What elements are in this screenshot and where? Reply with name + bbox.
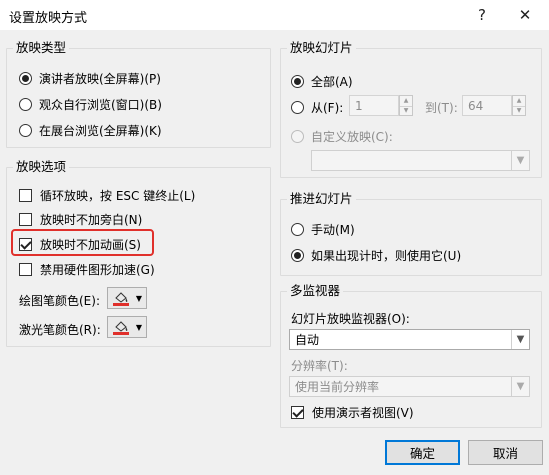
chevron-down-icon[interactable]: ▼ — [511, 330, 529, 349]
radio-icon[interactable] — [19, 124, 32, 137]
show-slides-title: 放映幻灯片 — [287, 40, 356, 56]
checkbox-icon[interactable] — [19, 263, 32, 276]
pen-color-button[interactable]: ▼ — [107, 287, 147, 309]
spin-down-icon[interactable]: ▼ — [400, 105, 412, 116]
spin-up-icon[interactable]: ▲ — [400, 96, 412, 106]
show-type-audience-label: 观众自行浏览(窗口)(B) — [39, 98, 162, 112]
advance-manual-label: 手动(M) — [311, 223, 355, 237]
presenter-view-label: 使用演示者视图(V) — [312, 406, 414, 420]
advance-timings-option[interactable]: 如果出现计时，则使用它(U) — [291, 247, 461, 264]
advance-title: 推进幻灯片 — [287, 191, 356, 207]
radio-icon[interactable] — [291, 101, 304, 114]
slides-from-label: 从(F): — [311, 101, 344, 115]
show-type-title: 放映类型 — [13, 40, 70, 56]
spin-down-icon[interactable]: ▼ — [513, 105, 525, 116]
monitor-value: 自动 — [295, 333, 320, 347]
disable-hw-option[interactable]: 禁用硬件图形加速(G) — [19, 261, 155, 278]
show-type-audience[interactable]: 观众自行浏览(窗口)(B) — [19, 96, 162, 113]
slides-to-label: 到(T): — [425, 101, 458, 115]
no-narration-option[interactable]: 放映时不加旁白(N) — [19, 211, 142, 228]
slides-custom-option[interactable]: 自定义放映(C): — [291, 128, 393, 145]
loop-option[interactable]: 循环放映，按 ESC 键终止(L) — [19, 187, 195, 204]
resolution-value: 使用当前分辨率 — [295, 380, 380, 394]
checkbox-icon[interactable] — [19, 213, 32, 226]
checkbox-checked-icon[interactable] — [291, 406, 304, 419]
radio-icon[interactable] — [291, 130, 304, 143]
slides-from-stepper[interactable]: ▲ ▼ — [399, 95, 413, 116]
radio-icon[interactable] — [291, 223, 304, 236]
chevron-down-icon[interactable]: ▼ — [511, 151, 529, 170]
presenter-view-option[interactable]: 使用演示者视图(V) — [291, 404, 414, 421]
slides-all-option[interactable]: 全部(A) — [291, 73, 353, 90]
radio-icon[interactable] — [19, 98, 32, 111]
show-options-title: 放映选项 — [13, 159, 70, 175]
help-button[interactable]: ? — [462, 2, 502, 28]
annotation-highlight-box — [11, 229, 154, 256]
resolution-select[interactable]: 使用当前分辨率 ▼ — [289, 376, 530, 397]
chevron-down-icon[interactable]: ▼ — [511, 377, 529, 396]
pen-color-label: 绘图笔颜色(E): — [19, 294, 100, 308]
slides-custom-label: 自定义放映(C): — [311, 130, 393, 144]
spin-up-icon[interactable]: ▲ — [513, 96, 525, 106]
advance-manual-option[interactable]: 手动(M) — [291, 221, 355, 238]
paint-bucket-icon — [112, 292, 129, 306]
laser-color-button[interactable]: ▼ — [107, 316, 147, 338]
slides-all-label: 全部(A) — [311, 75, 353, 89]
radio-icon[interactable] — [19, 72, 32, 85]
no-narration-label: 放映时不加旁白(N) — [40, 213, 143, 227]
disable-hw-label: 禁用硬件图形加速(G) — [40, 263, 155, 277]
radio-icon[interactable] — [291, 75, 304, 88]
chevron-down-icon: ▼ — [135, 322, 143, 332]
checkbox-icon[interactable] — [19, 189, 32, 202]
paint-bucket-icon — [112, 321, 129, 335]
slides-from-option[interactable]: 从(F): — [291, 99, 343, 116]
monitor-label: 幻灯片放映监视器(O): — [291, 312, 410, 326]
title-bar: 设置放映方式 ? ✕ — [0, 0, 549, 30]
show-type-kiosk-label: 在展台浏览(全屏幕)(K) — [39, 124, 162, 138]
close-icon: ✕ — [518, 6, 532, 24]
ok-button[interactable]: 确定 — [385, 440, 460, 465]
show-type-kiosk[interactable]: 在展台浏览(全屏幕)(K) — [19, 122, 162, 139]
cancel-button[interactable]: 取消 — [468, 440, 543, 465]
loop-option-label: 循环放映，按 ESC 键终止(L) — [40, 189, 196, 203]
show-type-presenter[interactable]: 演讲者放映(全屏幕)(P) — [19, 70, 161, 87]
radio-icon[interactable] — [291, 249, 304, 262]
chevron-down-icon: ▼ — [135, 293, 143, 303]
help-icon: ? — [478, 6, 486, 24]
window-title: 设置放映方式 — [9, 11, 88, 26]
show-type-presenter-label: 演讲者放映(全屏幕)(P) — [39, 72, 161, 86]
slides-to-stepper[interactable]: ▲ ▼ — [512, 95, 526, 116]
laser-color-label: 激光笔颜色(R): — [19, 323, 101, 337]
close-button[interactable]: ✕ — [505, 2, 545, 28]
custom-show-select[interactable]: ▼ — [311, 150, 530, 171]
monitor-select[interactable]: 自动 ▼ — [289, 329, 530, 350]
monitors-title: 多监视器 — [287, 283, 344, 299]
slides-to-input[interactable]: 64 — [462, 95, 512, 116]
advance-timings-label: 如果出现计时，则使用它(U) — [311, 249, 462, 263]
slides-from-input[interactable]: 1 — [349, 95, 399, 116]
resolution-label: 分辨率(T): — [291, 359, 348, 373]
